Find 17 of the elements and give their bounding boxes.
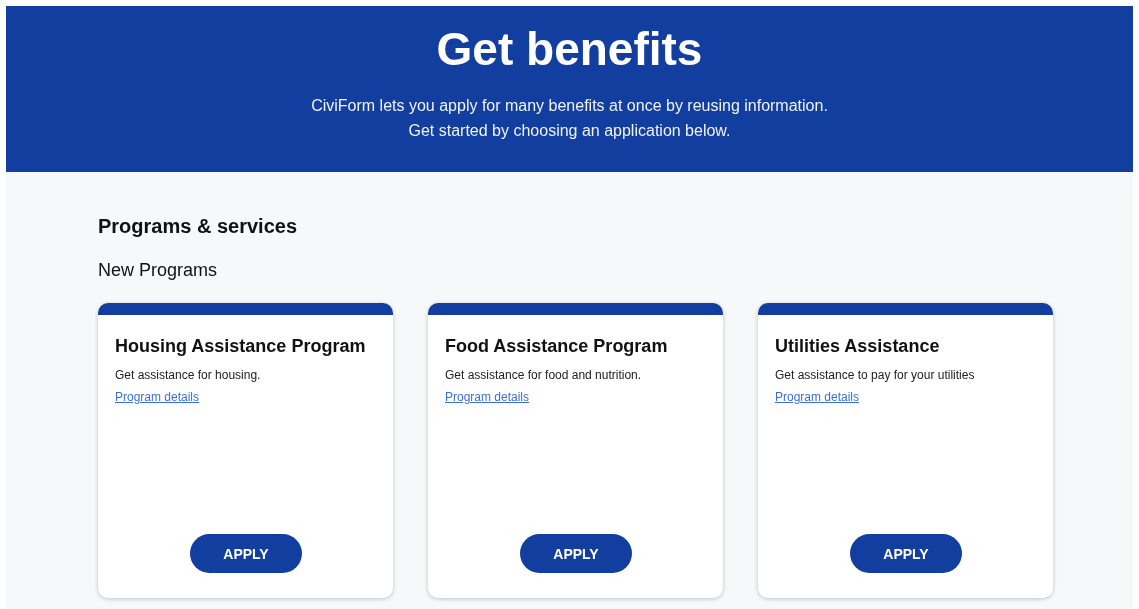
program-title: Food Assistance Program — [445, 335, 668, 357]
apply-button[interactable]: APPLY — [520, 534, 632, 573]
program-title: Utilities Assistance — [775, 335, 940, 357]
intro-text: CiviForm lets you apply for many benefits at once by reusing information. — [311, 96, 828, 116]
page-title: Get benefits — [436, 22, 703, 76]
section-subheading: New Programs — [98, 259, 219, 281]
program-description: Get assistance for housing. — [115, 367, 261, 383]
program-details-link[interactable]: Program details — [445, 389, 530, 405]
program-description: Get assistance for food and nutrition. — [445, 367, 642, 383]
intro-text: Get started by choosing an application below. — [408, 121, 731, 141]
section-heading: Programs & services — [98, 214, 298, 238]
apply-button[interactable]: APPLY — [850, 534, 962, 573]
program-details-link[interactable]: Program details — [115, 389, 200, 405]
apply-button[interactable]: APPLY — [190, 534, 302, 573]
program-details-link[interactable]: Program details — [775, 389, 860, 405]
program-description: Get assistance to pay for your utilities — [775, 367, 975, 383]
program-title: Housing Assistance Program — [115, 335, 366, 357]
